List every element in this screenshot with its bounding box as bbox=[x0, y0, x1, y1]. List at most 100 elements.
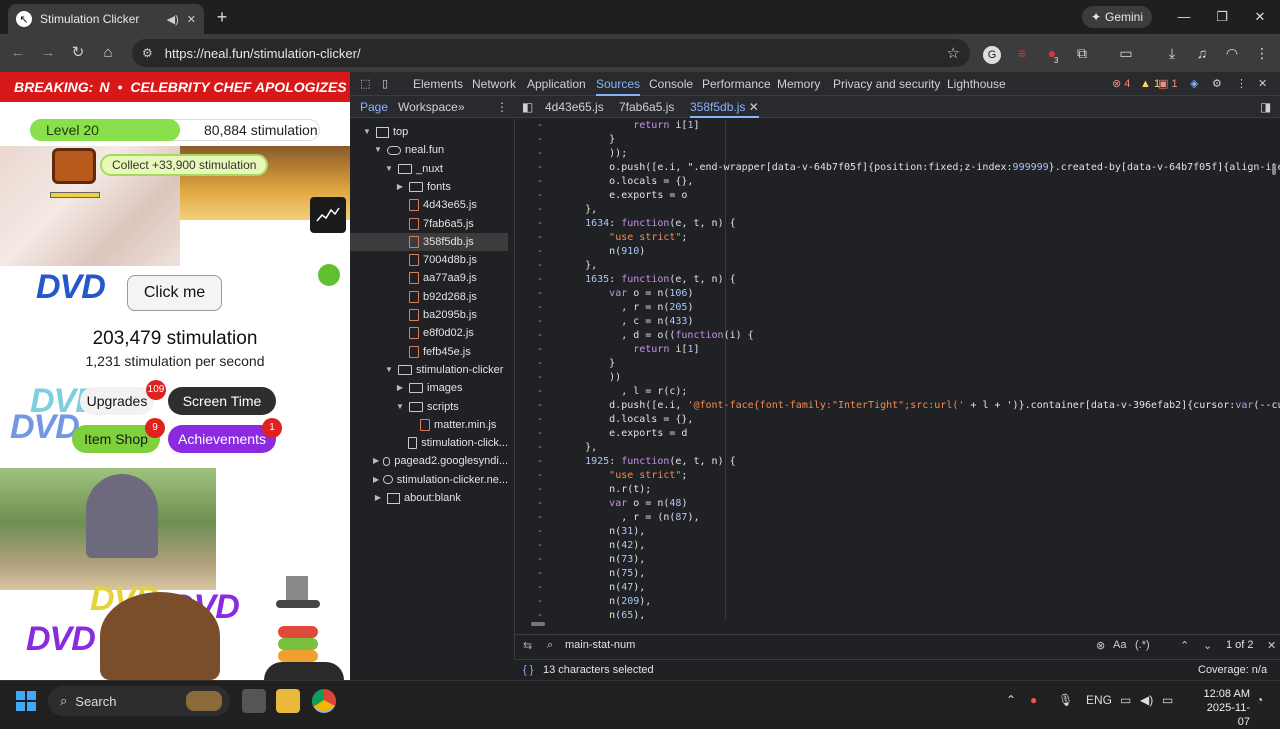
code-line[interactable]: - , r = (n(87), bbox=[515, 511, 1280, 525]
tab-sources[interactable]: Sources bbox=[596, 72, 641, 96]
line-gutter[interactable]: - bbox=[537, 511, 543, 525]
media-icon[interactable]: ♫ bbox=[1192, 43, 1212, 63]
tray-app-icon[interactable]: ● bbox=[1030, 693, 1037, 707]
code-line[interactable]: - var o = n(106) bbox=[515, 287, 1280, 301]
tab-close-icon[interactable]: ✕ bbox=[187, 13, 196, 26]
line-gutter[interactable]: - bbox=[537, 245, 543, 259]
tree-item[interactable]: stimulation-click... bbox=[350, 434, 508, 452]
tree-item[interactable]: 7004d8b.js bbox=[350, 251, 508, 269]
tab-application[interactable]: Application bbox=[527, 72, 586, 96]
tree-item[interactable]: ▶ stimulation-clicker.ne... bbox=[350, 471, 508, 489]
language-indicator[interactable]: ENG bbox=[1086, 693, 1112, 707]
extension-record-icon[interactable]: ● 3 bbox=[1042, 43, 1062, 65]
toggle-debugger-icon[interactable]: ◨ bbox=[1260, 96, 1271, 118]
start-windows-icon[interactable] bbox=[16, 691, 36, 711]
line-gutter[interactable]: - bbox=[537, 553, 543, 567]
code-editor[interactable]: - return i[1] - } - )); - o.push([e.i, ".en… bbox=[515, 119, 1280, 619]
line-gutter[interactable]: - bbox=[537, 189, 543, 203]
code-line[interactable]: - return i[1] bbox=[515, 119, 1280, 133]
line-gutter[interactable]: - bbox=[537, 231, 543, 245]
taskbar-search[interactable]: ⌕ Search bbox=[48, 686, 230, 716]
collapsed-arrow-icon[interactable]: ▶ bbox=[395, 178, 405, 196]
browser-tab[interactable]: ↖ Stimulation Clicker ◀) ✕ bbox=[8, 4, 204, 34]
line-gutter[interactable]: - bbox=[537, 497, 543, 511]
file-explorer-icon[interactable] bbox=[276, 689, 300, 713]
extensions-puzzle-icon[interactable]: ⧉ bbox=[1072, 43, 1092, 63]
code-line[interactable]: - , c = n(433) bbox=[515, 315, 1280, 329]
line-gutter[interactable]: - bbox=[537, 413, 543, 427]
code-line[interactable]: - o.locals = {}, bbox=[515, 175, 1280, 189]
tab-privacy-security[interactable]: Privacy and security bbox=[833, 72, 940, 96]
code-line[interactable]: - var o = n(48) bbox=[515, 497, 1280, 511]
code-line[interactable]: - } bbox=[515, 357, 1280, 371]
code-line[interactable]: - 1634: function(e, t, n) { bbox=[515, 217, 1280, 231]
pretty-print-icon[interactable]: { } bbox=[523, 664, 533, 676]
code-line[interactable]: - )); bbox=[515, 147, 1280, 161]
profile-icon[interactable]: ◠ bbox=[1222, 43, 1242, 63]
code-line[interactable]: - return i[1] bbox=[515, 343, 1280, 357]
tab-elements[interactable]: Elements bbox=[413, 72, 463, 96]
code-line[interactable]: - }, bbox=[515, 259, 1280, 273]
home-icon[interactable]: ⌂ bbox=[98, 43, 118, 63]
expanded-arrow-icon[interactable]: ▼ bbox=[362, 123, 372, 141]
expanded-arrow-icon[interactable]: ▼ bbox=[384, 160, 394, 178]
line-gutter[interactable]: - bbox=[537, 147, 543, 161]
line-gutter[interactable]: - bbox=[537, 259, 543, 273]
tree-item[interactable]: fefb45e.js bbox=[350, 343, 508, 361]
line-gutter[interactable]: - bbox=[537, 469, 543, 483]
line-gutter[interactable]: - bbox=[537, 133, 543, 147]
tab-workspace[interactable]: Workspace bbox=[398, 96, 458, 118]
speaker-icon[interactable]: ◀) bbox=[167, 13, 179, 26]
line-gutter[interactable]: - bbox=[537, 203, 543, 217]
back-icon[interactable]: ← bbox=[8, 43, 28, 63]
line-gutter[interactable]: - bbox=[537, 357, 543, 371]
line-gutter[interactable]: - bbox=[537, 315, 543, 329]
notifications-icon[interactable]: ◔ bbox=[1256, 693, 1263, 707]
expanded-arrow-icon[interactable]: ▼ bbox=[395, 398, 405, 416]
find-close-icon[interactable]: ✕ bbox=[1267, 639, 1276, 652]
file-tab-7fab6a5[interactable]: 7fab6a5.js bbox=[619, 96, 674, 118]
tree-item[interactable]: ▶ images bbox=[350, 379, 508, 397]
tree-item[interactable]: ▼ neal.fun bbox=[350, 141, 508, 159]
forward-icon[interactable]: → bbox=[38, 43, 58, 63]
new-tab-icon[interactable]: + bbox=[212, 8, 232, 28]
gemini-button[interactable]: ✦ Gemini bbox=[1082, 6, 1152, 28]
grammarly-icon[interactable]: G bbox=[982, 43, 1002, 64]
tree-item[interactable]: ▶ about:blank bbox=[350, 489, 508, 507]
code-line[interactable]: - e.exports = o bbox=[515, 189, 1280, 203]
code-line[interactable]: - n(75), bbox=[515, 567, 1280, 581]
tree-item[interactable]: 358f5db.js bbox=[350, 232, 508, 251]
line-gutter[interactable]: - bbox=[537, 343, 543, 357]
achievements-button[interactable]: Achievements bbox=[168, 425, 276, 453]
line-gutter[interactable]: - bbox=[537, 119, 543, 133]
line-gutter[interactable]: - bbox=[537, 371, 543, 385]
line-gutter[interactable]: - bbox=[537, 483, 543, 497]
inspect-element-icon[interactable]: ⬚ bbox=[360, 76, 370, 92]
reload-icon[interactable]: ↻ bbox=[68, 43, 88, 63]
tree-item[interactable]: aa77aa9.js bbox=[350, 269, 508, 287]
tab-page[interactable]: Page bbox=[360, 96, 388, 118]
code-line[interactable]: - , r = n(205) bbox=[515, 301, 1280, 315]
line-gutter[interactable]: - bbox=[537, 399, 543, 413]
code-line[interactable]: - e.exports = d bbox=[515, 427, 1280, 441]
chrome-taskbar-icon[interactable] bbox=[312, 689, 336, 713]
code-line[interactable]: - d.locals = {}, bbox=[515, 413, 1280, 427]
site-info-icon[interactable]: ⚙ bbox=[142, 46, 153, 60]
code-line[interactable]: - }, bbox=[515, 441, 1280, 455]
bookmark-star-icon[interactable]: ☆ bbox=[947, 44, 960, 62]
code-line[interactable]: - , d = o((function(i) { bbox=[515, 329, 1280, 343]
code-scrollbar-v[interactable] bbox=[1269, 119, 1279, 619]
line-gutter[interactable]: - bbox=[537, 567, 543, 581]
issues-indicator[interactable]: ▣ 1 bbox=[1158, 76, 1178, 92]
line-gutter[interactable]: - bbox=[537, 385, 543, 399]
line-gutter[interactable]: - bbox=[537, 441, 543, 455]
line-gutter[interactable]: - bbox=[537, 581, 543, 595]
treasure-chest-icon[interactable] bbox=[52, 148, 96, 184]
ai-assistance-icon[interactable]: ◈ bbox=[1190, 76, 1198, 92]
devtools-settings-icon[interactable]: ⚙ bbox=[1212, 76, 1222, 92]
code-scrollbar-h[interactable] bbox=[515, 619, 1280, 629]
tree-item[interactable]: 4d43e65.js bbox=[350, 196, 508, 214]
file-tab-358f5db[interactable]: 358f5db.js ✕ bbox=[690, 96, 759, 118]
line-gutter[interactable]: - bbox=[537, 217, 543, 231]
tree-item[interactable]: ▼ top bbox=[350, 123, 508, 141]
